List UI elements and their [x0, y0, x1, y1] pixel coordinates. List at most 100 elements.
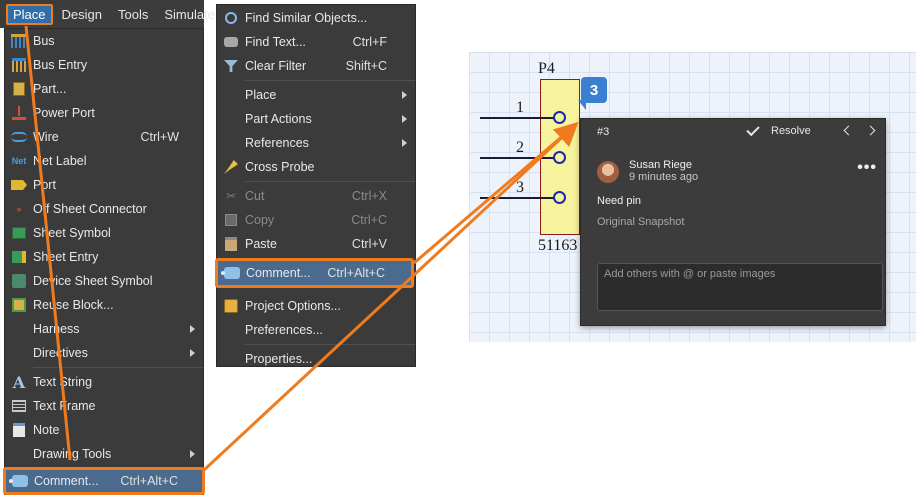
comment-icon: [221, 267, 240, 279]
text-frame-icon: [12, 400, 26, 412]
component-designator: P4: [538, 60, 555, 77]
ctx-item-place[interactable]: Place: [217, 83, 415, 107]
comment-marker-tail: [578, 100, 586, 110]
menu-item-drawing-tools[interactable]: Drawing Tools: [5, 442, 203, 466]
project-options-icon: [224, 299, 238, 313]
menu-separator: [33, 367, 203, 368]
menu-item-note[interactable]: Note: [5, 418, 203, 442]
menu-item-text-frame[interactable]: Text Frame: [5, 394, 203, 418]
copy-icon: [225, 214, 237, 226]
ctx-item-find-text[interactable]: Find Text... Ctrl+F: [217, 30, 415, 54]
menubar: Place Design Tools Simulate: [0, 0, 215, 28]
menu-item-comment[interactable]: Comment... Ctrl+Alt+C: [3, 467, 205, 495]
comment-id: #3: [597, 126, 610, 138]
ctx-item-paste[interactable]: Paste Ctrl+V: [217, 232, 415, 256]
comment-header: #3 Resolve: [581, 119, 885, 145]
reply-input[interactable]: Add others with @ or paste images: [597, 263, 883, 311]
menu-item-bus-entry[interactable]: Bus Entry: [5, 53, 203, 77]
bus-entry-icon: [12, 58, 26, 72]
menu-item-sheet-symbol[interactable]: Sheet Symbol: [5, 221, 203, 245]
sheet-symbol-icon: [12, 227, 26, 239]
submenu-arrow-icon: [190, 450, 195, 458]
avatar: [597, 161, 619, 183]
menu-separator: [245, 80, 415, 81]
note-icon: [13, 423, 25, 437]
menu-tools[interactable]: Tools: [111, 4, 155, 25]
magnifier-icon: [225, 12, 237, 24]
ctx-item-copy[interactable]: Copy Ctrl+C: [217, 208, 415, 232]
menu-item-part[interactable]: Part...: [5, 77, 203, 101]
menu-item-reuse-block[interactable]: Reuse Block...: [5, 293, 203, 317]
power-port-icon: [12, 106, 26, 120]
ctx-item-project-options[interactable]: Project Options...: [217, 294, 415, 318]
chevron-right-icon[interactable]: [865, 125, 876, 136]
menu-simulate[interactable]: Simulate: [157, 4, 222, 25]
component-part-number: 51163: [538, 237, 578, 254]
submenu-arrow-icon: [190, 325, 195, 333]
original-snapshot-link[interactable]: Original Snapshot: [597, 216, 684, 228]
binoculars-icon: [224, 37, 238, 47]
clear-filter-icon: [224, 60, 238, 72]
comment-icon: [9, 475, 28, 487]
pin-circle-1[interactable]: [553, 111, 566, 124]
comment-author: Susan Riege 9 minutes ago: [597, 159, 698, 183]
menu-item-wire[interactable]: Wire Ctrl+W: [5, 125, 203, 149]
shortcut-wire: Ctrl+W: [140, 130, 179, 144]
menu-separator: [245, 344, 415, 345]
menu-design[interactable]: Design: [55, 4, 109, 25]
ctx-item-find-similar[interactable]: Find Similar Objects...: [217, 6, 415, 30]
ctx-item-cut[interactable]: ✂ Cut Ctrl+X: [217, 184, 415, 208]
menu-item-text-string[interactable]: A Text String: [5, 370, 203, 394]
check-icon: [746, 122, 760, 137]
text-string-icon: A: [12, 372, 26, 392]
ctx-item-preferences[interactable]: Preferences...: [217, 318, 415, 342]
cross-probe-icon: [224, 160, 238, 174]
submenu-arrow-icon: [190, 349, 195, 357]
resolve-button[interactable]: Resolve: [746, 122, 811, 137]
menu-item-harness[interactable]: Harness: [5, 317, 203, 341]
comment-message: Need pin: [597, 195, 642, 207]
submenu-arrow-icon: [402, 91, 407, 99]
pin-number-2: 2: [516, 139, 524, 156]
ctx-item-references[interactable]: References: [217, 131, 415, 155]
menu-item-power-port[interactable]: Power Port: [5, 101, 203, 125]
pin-circle-3[interactable]: [553, 191, 566, 204]
wire-icon: [11, 132, 27, 142]
ctx-item-cross-probe[interactable]: Cross Probe: [217, 155, 415, 179]
pin-wire-3: [480, 197, 554, 199]
sheet-entry-icon: [12, 251, 26, 263]
menu-item-directives[interactable]: Directives: [5, 341, 203, 365]
comment-timestamp: 9 minutes ago: [629, 171, 699, 183]
shortcut-comment: Ctrl+Alt+C: [120, 474, 178, 488]
menu-place[interactable]: Place: [6, 3, 53, 25]
pin-circle-2[interactable]: [553, 151, 566, 164]
net-label-icon: Net: [11, 156, 27, 166]
ctx-item-comment[interactable]: Comment... Ctrl+Alt+C: [215, 258, 414, 288]
pin-number-1: 1: [516, 99, 524, 116]
scissors-icon: ✂: [225, 189, 237, 203]
reuse-block-icon: [12, 298, 26, 312]
menu-item-port[interactable]: Port: [5, 173, 203, 197]
author-name: Susan Riege: [629, 159, 692, 171]
ctx-item-properties[interactable]: Properties...: [217, 347, 415, 371]
menu-item-net-label[interactable]: Net Net Label: [5, 149, 203, 173]
submenu-arrow-icon: [402, 115, 407, 123]
menu-item-bus[interactable]: Bus: [5, 29, 203, 53]
ctx-item-clear-filter[interactable]: Clear Filter Shift+C: [217, 54, 415, 78]
pin-wire-2: [480, 157, 554, 159]
chevron-left-icon[interactable]: [843, 125, 854, 136]
more-options-icon[interactable]: •••: [857, 159, 877, 177]
menu-item-sheet-entry[interactable]: Sheet Entry: [5, 245, 203, 269]
context-menu: Find Similar Objects... Find Text... Ctr…: [215, 4, 416, 367]
menu-separator: [245, 181, 415, 182]
port-icon: [11, 180, 27, 190]
submenu-arrow-icon: [402, 139, 407, 147]
bus-icon: [11, 34, 27, 48]
menu-item-off-sheet-connector[interactable]: » Off Sheet Connector: [5, 197, 203, 221]
part-icon: [13, 82, 25, 96]
ctx-item-part-actions[interactable]: Part Actions: [217, 107, 415, 131]
menu-item-device-sheet-symbol[interactable]: Device Sheet Symbol: [5, 269, 203, 293]
pin-wire-1: [480, 117, 554, 119]
pin-number-3: 3: [516, 179, 524, 196]
comment-panel: #3 Resolve Susan Riege 9 minutes ago •••…: [580, 118, 886, 326]
